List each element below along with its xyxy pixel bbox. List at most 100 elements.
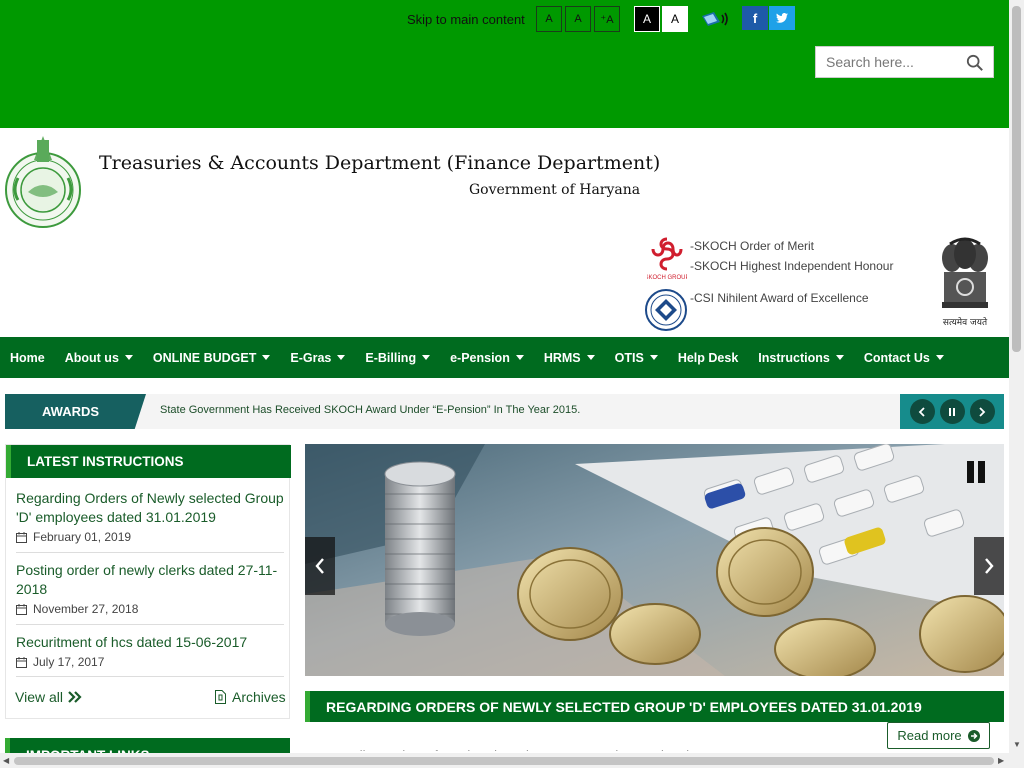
list-item[interactable]: Regarding Orders of Newly selected Group… [16,489,284,553]
vertical-scrollbar[interactable]: ▼ [1009,0,1024,768]
calendar-icon [16,656,27,668]
instruction-title[interactable]: Regarding Orders of Newly selected Group… [16,489,284,527]
chevron-down-icon [935,355,944,360]
font-increase-button[interactable]: ⁺A [594,6,620,32]
nav-e-pension-label: e-Pension [450,350,510,365]
emblem-motto: सत्यमेव जयते [943,316,988,328]
top-bar: Skip to main content A A ⁺A A A f [0,0,1009,128]
chevron-down-icon [835,355,844,360]
nav-help-desk[interactable]: Help Desk [678,351,738,365]
awards-ticker-text[interactable]: State Government Has Received SKOCH Awar… [160,404,580,416]
nav-instructions-label: Instructions [758,350,830,365]
view-all-link[interactable]: View all [15,689,82,705]
read-more-label: Read more [897,728,962,743]
normal-contrast-button[interactable]: A [662,6,688,32]
ticker-pause-button[interactable] [939,399,965,424]
read-more-button[interactable]: Read more [887,722,990,749]
slider-next-button[interactable] [974,537,1004,595]
chevron-left-icon [918,406,925,417]
nav-online-budget-label: ONLINE BUDGET [152,350,257,365]
chevron-down-icon [422,355,431,360]
search-input[interactable] [826,54,966,70]
scroll-down-arrow-icon[interactable]: ▼ [1013,740,1021,749]
nav-hrms-label: HRMS [543,350,581,365]
instruction-date: November 27, 2018 [16,602,284,616]
nav-instructions[interactable]: Instructions [758,351,844,365]
view-all-label: View all [15,689,63,705]
calendar-icon [16,603,27,615]
font-normal-button[interactable]: A [565,6,591,32]
screen-reader-icon[interactable] [700,8,730,30]
chevron-down-icon [649,355,658,360]
image-slider [305,444,1004,676]
nav-online-budget[interactable]: ONLINE BUDGET [152,350,271,365]
nav-about-us-label: About us [64,350,119,365]
award-skoch-merit: -SKOCH Order of Merit [690,239,815,253]
slide-caption[interactable]: REGARDING ORDERS OF NEWLY SELECTED GROUP… [305,691,1004,722]
svg-text:SKOCH GROUP: SKOCH GROUP [647,275,687,281]
nav-home[interactable]: Home [10,351,45,365]
nav-hrms[interactable]: HRMS [544,351,595,365]
ticker-prev-button[interactable] [909,399,935,424]
award-skoch-honour: -SKOCH Highest Independent Honour [690,259,894,273]
department-title: Treasuries & Accounts Department (Financ… [99,152,661,174]
arrow-circle-right-icon [967,729,980,742]
chevron-down-icon [337,355,346,360]
slider-pause-icon[interactable] [967,461,987,483]
ticker-next-button[interactable] [969,399,995,424]
instruction-title[interactable]: Recuritment of hcs dated 15-06-2017 [16,633,284,652]
archives-label: Archives [232,689,286,705]
instruction-date: July 17, 2017 [16,655,284,669]
horizontal-scroll-thumb[interactable] [14,757,994,765]
font-decrease-button[interactable]: A [536,6,562,32]
instruction-date-text: February 01, 2019 [33,530,132,544]
nav-about-us[interactable]: About us [65,351,133,365]
file-archive-icon [215,690,226,704]
chevron-down-icon [124,355,133,360]
coins-calculator-image [305,444,1004,676]
chevron-right-icon [979,406,986,417]
nav-otis-label: OTIS [614,350,644,365]
slider-prev-button[interactable] [305,537,335,595]
chevron-down-icon [515,355,524,360]
pause-icon [949,407,955,416]
haryana-emblem-logo[interactable] [4,130,82,230]
instruction-title[interactable]: Posting order of newly clerks dated 27-1… [16,561,284,599]
main-nav: Home About us ONLINE BUDGET E-Gras E-Bil… [0,337,1009,378]
horizontal-scrollbar[interactable]: ◀ ▶ [0,753,1009,768]
nav-e-pension[interactable]: e-Pension [450,351,524,365]
national-emblem-icon: सत्यमेव जयते [942,237,988,328]
list-item[interactable]: Posting order of newly clerks dated 27-1… [16,561,284,625]
chevron-down-icon [262,355,271,360]
search-box [815,46,994,78]
awards-label: AWARDS [5,394,146,429]
scroll-right-arrow-icon[interactable]: ▶ [998,756,1004,765]
chevron-left-icon [315,558,324,574]
list-item[interactable]: Recuritment of hcs dated 15-06-2017 July… [16,633,284,677]
nav-help-desk-label: Help Desk [677,350,739,365]
nav-e-gras[interactable]: E-Gras [290,350,346,365]
instruction-date-text: July 17, 2017 [33,655,105,669]
nav-e-gras-label: E-Gras [290,350,332,365]
latest-instructions-panel: LATEST INSTRUCTIONS Regarding Orders of … [5,444,291,719]
archives-link[interactable]: Archives [215,689,286,705]
department-subtitle: Government of Haryana [469,182,641,198]
high-contrast-button[interactable]: A [634,6,660,32]
nav-home-label: Home [10,350,45,365]
nav-contact-us[interactable]: Contact Us [864,351,944,365]
instruction-date: February 01, 2019 [16,530,284,544]
nav-otis[interactable]: OTIS [615,351,658,365]
scroll-left-arrow-icon[interactable]: ◀ [3,756,9,765]
nav-contact-us-label: Contact Us [863,350,930,365]
skip-to-content-link[interactable]: Skip to main content [407,12,525,27]
facebook-icon[interactable]: f [742,6,768,30]
nav-e-billing[interactable]: E-Billing [365,351,431,365]
award-csi-nihilent: -CSI Nihilent Award of Excellence [690,291,869,305]
calendar-icon [16,531,27,543]
ticker-controls [900,394,1004,429]
csi-logo [645,289,687,331]
vertical-scroll-thumb[interactable] [1012,6,1021,352]
search-icon[interactable] [966,54,984,72]
chevron-down-icon [586,355,595,360]
twitter-icon[interactable] [769,6,795,30]
